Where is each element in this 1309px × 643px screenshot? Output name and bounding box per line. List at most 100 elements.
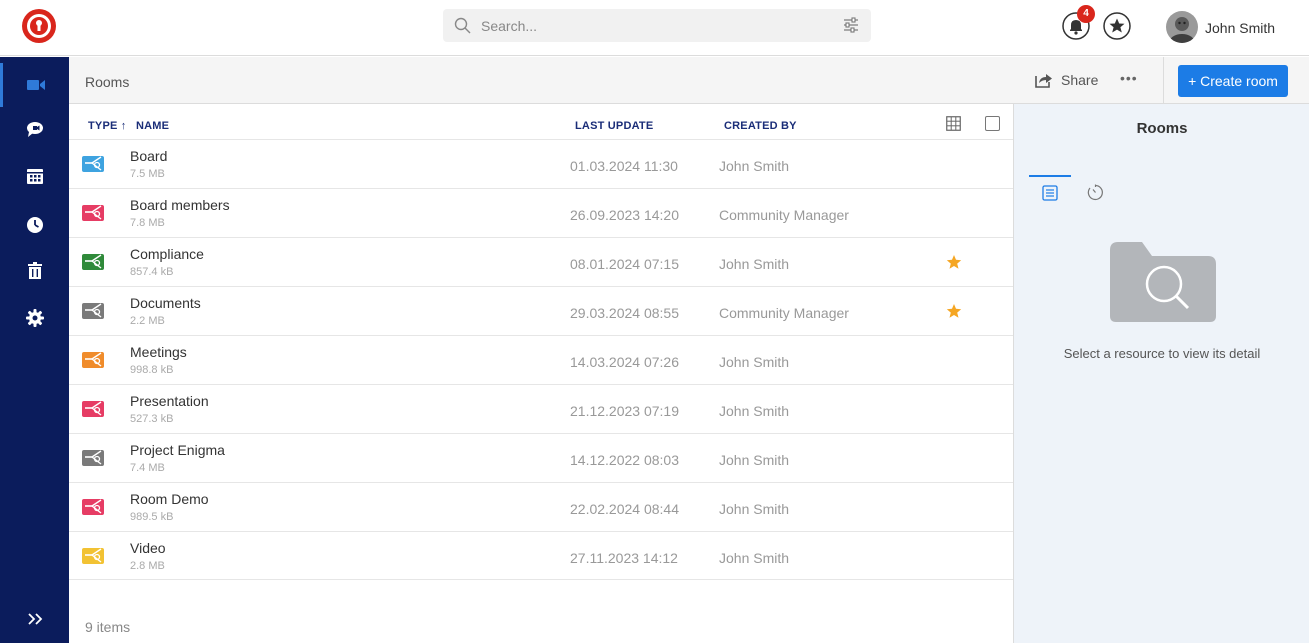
table-row[interactable]: Room Demo 989.5 kB 22.02.2024 08:44 John Sm… (69, 482, 1013, 531)
room-size: 7.5 MB (130, 168, 165, 180)
empty-detail-message: Select a resource to view its detail (1063, 346, 1261, 361)
sidebar-item-recent[interactable] (0, 203, 69, 247)
room-created-by: John Smith (719, 550, 790, 566)
favorite-star-icon[interactable] (946, 254, 962, 270)
room-last-update: 01.03.2024 11:30 (570, 158, 678, 174)
room-name[interactable]: Compliance (130, 246, 204, 262)
room-created-by: John Smith (719, 256, 790, 272)
user-name[interactable]: John Smith (1205, 20, 1275, 36)
room-last-update: 21.12.2023 07:19 (570, 403, 679, 419)
breadcrumb[interactable]: Rooms (85, 74, 129, 90)
room-created-by: Community Manager (719, 305, 849, 321)
column-header-created-by[interactable]: CREATED BY (724, 120, 797, 132)
empty-folder-search-icon (1110, 242, 1216, 322)
room-last-update: 14.12.2022 08:03 (570, 452, 679, 468)
share-icon (1035, 74, 1052, 88)
clock-icon (26, 217, 43, 233)
room-size: 2.8 MB (130, 560, 165, 572)
room-name[interactable]: Documents (130, 295, 201, 311)
video-camera-icon (27, 80, 45, 90)
room-name[interactable]: Video (130, 540, 166, 556)
share-button[interactable]: Share (1035, 72, 1098, 88)
room-size: 857.4 kB (130, 266, 174, 278)
room-size: 7.8 MB (130, 217, 165, 229)
chat-icon (26, 122, 43, 137)
room-name[interactable]: Board (130, 148, 167, 164)
tab-details[interactable] (1029, 175, 1071, 209)
rooms-list: TYPE ↑ NAME LAST UPDATE CREATED BY Board… (69, 104, 1013, 643)
create-room-button[interactable]: + Create room (1178, 65, 1288, 97)
room-icon (82, 205, 104, 221)
room-icon (82, 156, 104, 172)
avatar[interactable] (1166, 11, 1198, 43)
room-last-update: 27.11.2023 14:12 (570, 550, 678, 566)
top-bar: 4 John Smith (0, 0, 1309, 56)
toolbar-divider (1163, 57, 1164, 104)
room-icon (82, 254, 104, 270)
room-last-update: 26.09.2023 14:20 (570, 207, 679, 223)
table-row[interactable]: Documents 2.2 MB 29.03.2024 08:55 Community… (69, 286, 1013, 335)
room-created-by: John Smith (719, 501, 790, 517)
room-last-update: 08.01.2024 07:15 (570, 256, 679, 272)
column-header-name[interactable]: NAME (136, 120, 169, 132)
search-box[interactable] (443, 9, 871, 42)
table-row[interactable]: Board 7.5 MB 01.03.2024 11:30 John Smith (69, 139, 1013, 188)
room-name[interactable]: Room Demo (130, 491, 209, 507)
column-header-type[interactable]: TYPE ↑ (88, 120, 127, 132)
list-icon (1042, 185, 1058, 201)
room-size: 998.8 kB (130, 364, 174, 376)
share-label: Share (1061, 72, 1099, 88)
sidebar-item-trash[interactable] (0, 249, 69, 293)
sidebar-expand-button[interactable] (0, 597, 69, 641)
room-size: 7.4 MB (130, 462, 165, 474)
room-icon (82, 401, 104, 417)
room-name[interactable]: Meetings (130, 344, 187, 360)
room-size: 527.3 kB (130, 413, 174, 425)
table-row[interactable]: Presentation 527.3 kB 21.12.2023 07:19 John… (69, 384, 1013, 433)
table-row[interactable]: Compliance 857.4 kB 08.01.2024 07:15 John S… (69, 237, 1013, 286)
tab-history[interactable] (1074, 175, 1116, 209)
sidebar-item-chat[interactable] (0, 107, 69, 151)
trash-icon (27, 262, 42, 279)
room-icon (82, 352, 104, 368)
room-created-by: John Smith (719, 354, 790, 370)
room-last-update: 14.03.2024 07:26 (570, 354, 679, 370)
room-size: 2.2 MB (130, 315, 165, 327)
table-row[interactable]: Board members 7.8 MB 26.09.2023 14:20 Commu… (69, 188, 1013, 237)
favorites-star-icon[interactable] (1103, 12, 1131, 40)
table-header: TYPE ↑ NAME LAST UPDATE CREATED BY (69, 104, 1013, 139)
select-all-checkbox[interactable] (985, 116, 1000, 131)
room-created-by: Community Manager (719, 207, 849, 223)
room-icon (82, 303, 104, 319)
app-logo-icon[interactable] (21, 8, 57, 44)
search-icon (454, 17, 471, 34)
sidebar-item-calendar[interactable] (0, 154, 69, 198)
room-name[interactable]: Presentation (130, 393, 209, 409)
detail-panel: Rooms Select a resource to view its deta… (1013, 104, 1309, 643)
toolbar: Rooms Share ••• + Create room (69, 57, 1309, 104)
calendar-icon (26, 169, 43, 184)
table-row[interactable]: Meetings 998.8 kB 14.03.2024 07:26 John Smi… (69, 335, 1013, 384)
filter-sliders-icon[interactable] (843, 17, 859, 33)
room-last-update: 29.03.2024 08:55 (570, 305, 679, 321)
room-created-by: John Smith (719, 158, 790, 174)
gear-icon (25, 309, 44, 327)
detail-title: Rooms (1136, 120, 1188, 137)
room-created-by: John Smith (719, 452, 790, 468)
search-input[interactable] (481, 13, 831, 38)
room-icon (82, 548, 104, 564)
sidebar (0, 57, 69, 643)
grid-view-icon[interactable] (946, 116, 961, 131)
column-header-last-update[interactable]: LAST UPDATE (575, 120, 653, 132)
table-row[interactable]: Video 2.8 MB 27.11.2023 14:12 John Smith (69, 531, 1013, 580)
table-row[interactable]: Project Enigma 7.4 MB 14.12.2022 08:03 John… (69, 433, 1013, 482)
room-icon (82, 499, 104, 515)
room-name[interactable]: Board members (130, 197, 230, 213)
favorite-star-icon[interactable] (946, 303, 962, 319)
more-options-button[interactable]: ••• (1120, 70, 1138, 86)
room-icon (82, 450, 104, 466)
sidebar-item-rooms[interactable] (0, 63, 69, 107)
room-last-update: 22.02.2024 08:44 (570, 501, 679, 517)
room-name[interactable]: Project Enigma (130, 442, 225, 458)
sidebar-item-settings[interactable] (0, 296, 69, 340)
